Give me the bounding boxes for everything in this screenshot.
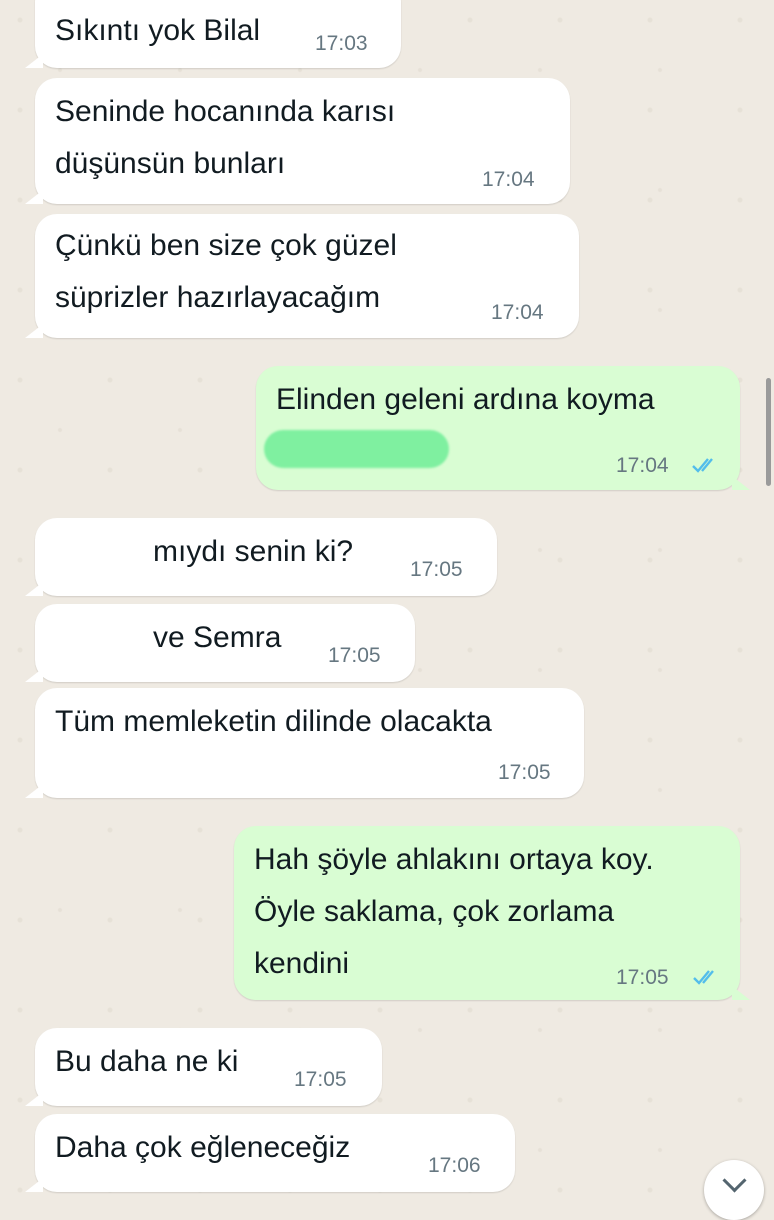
- incoming-message[interactable]: Çünkü ben size çok güzel süprizler hazır…: [25, 214, 579, 338]
- message-time: 17:04: [616, 454, 669, 477]
- incoming-message[interactable]: Bu daha ne ki 17:05: [25, 1028, 382, 1106]
- message-text: Bu daha ne ki: [55, 1045, 239, 1078]
- redacted-mark: [264, 430, 449, 468]
- message-time: 17:04: [491, 301, 544, 324]
- redacted-text: [55, 624, 155, 658]
- message-time: 17:05: [498, 761, 551, 784]
- message-time: 17:05: [328, 644, 381, 667]
- scroll-to-bottom-button[interactable]: [704, 1160, 764, 1220]
- double-check-icon: [693, 970, 714, 985]
- incoming-message[interactable]: Seninde hocanında karısı düşünsün bunlar…: [25, 78, 570, 204]
- incoming-message[interactable]: Tüm memleketin dilinde olacakta 17:05: [25, 688, 584, 798]
- message-time: 17:03: [315, 32, 368, 55]
- incoming-message[interactable]: Daha çok eğleneceğiz 17:06: [25, 1114, 515, 1192]
- message-text: Seninde hocanında karısı düşünsün bunlar…: [55, 95, 396, 180]
- message-text: Sıkıntı yok Bilal: [55, 14, 261, 47]
- incoming-message[interactable]: Sıkıntı yok Bilal 17:03: [25, 0, 401, 68]
- incoming-message[interactable]: ve Semra 17:05: [25, 604, 415, 682]
- message-text: Daha çok eğleneceğiz: [55, 1131, 351, 1164]
- double-check-icon: [692, 458, 713, 473]
- message-text: Elinden geleni ardına koyma: [276, 383, 655, 416]
- outgoing-message[interactable]: Hah şöyle ahlakını ortaya koy. Öyle sakl…: [234, 826, 750, 1000]
- message-text: Hah şöyle ahlakını ortaya koy. Öyle sakl…: [254, 843, 654, 980]
- message-text: Tüm memleketin dilinde olacakta: [55, 705, 492, 738]
- incoming-message[interactable]: mıydı senin ki? 17:05: [25, 518, 497, 596]
- message-time: 17:06: [428, 1154, 481, 1177]
- message-text: ve Semra: [153, 621, 282, 654]
- message-time: 17:05: [616, 966, 669, 989]
- message-list[interactable]: Sıkıntı yok Bilal 17:03 Seninde hocanınd…: [0, 0, 774, 1220]
- message-time: 17:05: [294, 1068, 347, 1091]
- redacted-text: [50, 538, 150, 572]
- message-text: mıydı senin ki?: [153, 535, 354, 568]
- message-time: 17:04: [482, 168, 535, 191]
- chevron-down-icon: [722, 1168, 747, 1193]
- scrollbar[interactable]: [766, 378, 771, 486]
- message-time: 17:05: [410, 558, 463, 581]
- message-text: Çünkü ben size çok güzel süprizler hazır…: [55, 229, 397, 314]
- outgoing-message[interactable]: Elinden geleni ardına koyma 17:04: [256, 366, 750, 490]
